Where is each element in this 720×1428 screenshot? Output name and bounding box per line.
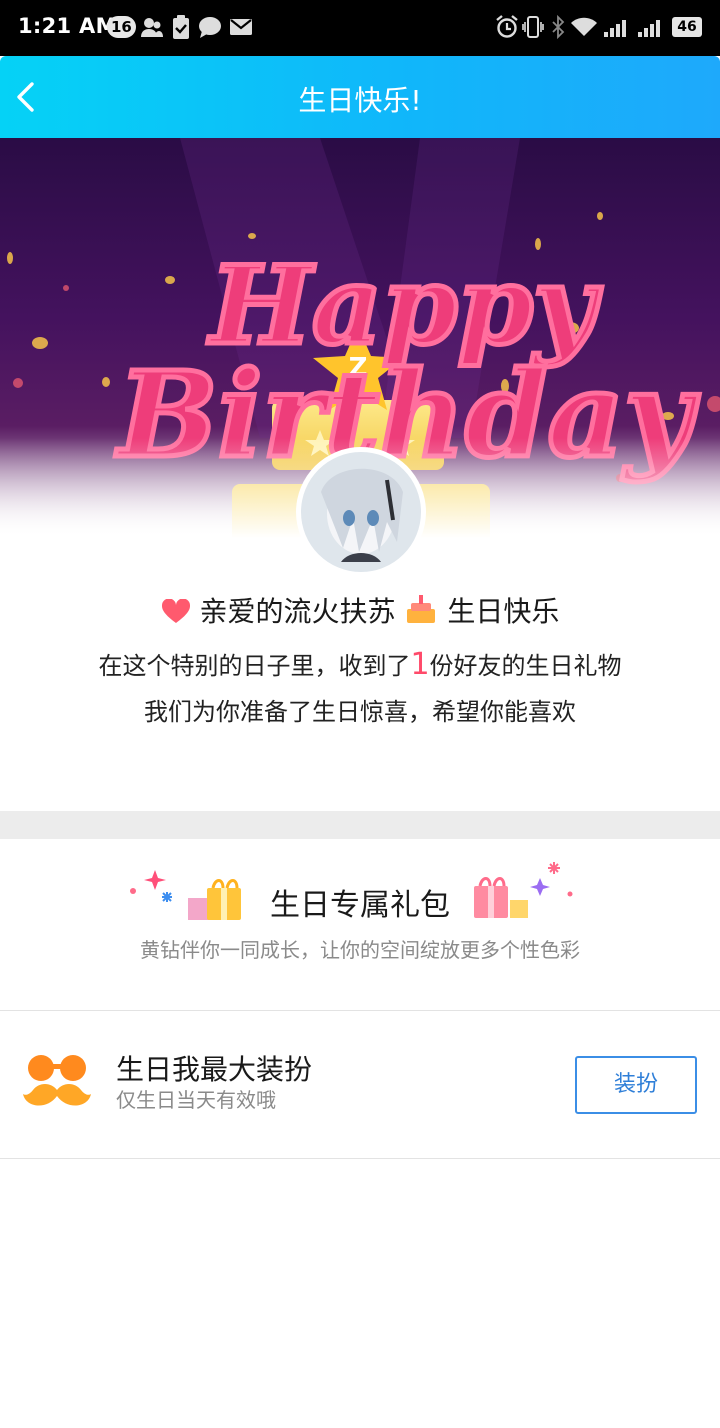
signal-2-icon [638, 20, 660, 37]
avatar[interactable] [296, 447, 426, 577]
title-bar: 生日快乐! [0, 56, 720, 138]
mail-icon [230, 19, 252, 35]
page-title: 生日快乐! [298, 84, 422, 117]
surprise-line: 我们为你准备了生日惊喜，希望你能喜欢 [144, 698, 576, 726]
vibrate-icon [522, 16, 544, 38]
dress-item-subtitle: 仅生日当天有效哦 [116, 1088, 276, 1112]
alarm-icon [496, 15, 518, 38]
mustache-glasses-icon [23, 1055, 91, 1106]
cake-icon [407, 595, 436, 623]
greeting-name: 亲爱的流火扶苏 [199, 595, 396, 628]
greeting-line: 亲爱的流火扶苏 生日快乐 [0, 590, 720, 630]
gift-box-right-icon [474, 862, 573, 918]
signal-icon [604, 20, 626, 37]
avatar-image [301, 452, 421, 572]
bluetooth-icon [552, 14, 565, 40]
greeting-wish: 生日快乐 [447, 595, 560, 628]
gift-pack-title: 生日专属礼包 [270, 888, 450, 923]
contacts-icon [141, 18, 163, 37]
section-divider [0, 811, 720, 839]
gift-count: 1 [410, 647, 430, 682]
gift-received-line: 在这个特别的日子里，收到了1份好友的生日礼物 [0, 646, 720, 682]
list-divider-bottom [0, 1158, 720, 1159]
gift-pack-description: 黄钻伴你一同成长，让你的空间绽放更多个性色彩 [140, 938, 580, 962]
list-divider-top [0, 1010, 720, 1011]
notification-count-badge: 16 [107, 16, 136, 38]
heart-icon [161, 598, 190, 623]
gift-pack-header: 生日专属礼包 [0, 860, 720, 930]
dress-up-button[interactable]: 装扮 [575, 1056, 697, 1114]
clipboard-check-icon [173, 15, 189, 39]
battery-icon: 46 [672, 17, 702, 37]
status-bar: 1:21 AM 16 46 [0, 0, 720, 56]
gift-received-text-before: 在这个特别的日子里，收到了 [98, 652, 411, 680]
gift-received-text-after: 份好友的生日礼物 [429, 652, 622, 680]
status-time: 1:21 AM [18, 14, 117, 38]
dress-item-title: 生日我最大装扮 [116, 1053, 313, 1086]
wifi-icon [571, 17, 597, 36]
chat-bubble-icon [199, 17, 221, 38]
